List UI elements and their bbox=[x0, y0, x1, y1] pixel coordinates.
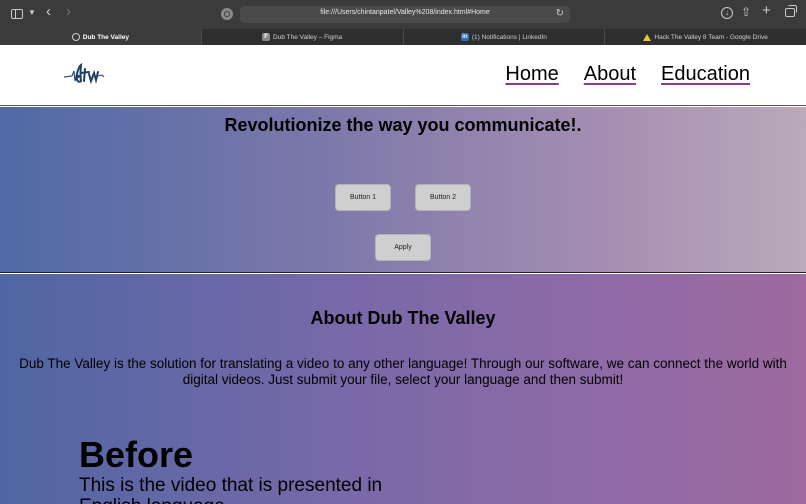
site-header: Home About Education bbox=[0, 45, 806, 106]
tab-overview-icon[interactable] bbox=[785, 5, 797, 17]
hero-section: Revolutionize the way you communicate!. … bbox=[0, 107, 806, 273]
reload-icon[interactable]: ↻ bbox=[556, 8, 564, 19]
address-text: file:///Users/chintanpatel/Valley%208/in… bbox=[320, 9, 490, 16]
dtv-logo[interactable] bbox=[62, 59, 106, 93]
share-icon[interactable]: ⇧ bbox=[741, 5, 751, 19]
tab-label: Hack The Valley 8 Team - Google Drive bbox=[654, 33, 768, 41]
button-1[interactable]: Button 1 bbox=[335, 184, 391, 211]
chevron-down-icon[interactable]: ▼ bbox=[28, 6, 36, 20]
tab-dub-the-valley[interactable]: Dub The Valley bbox=[0, 29, 202, 45]
compass-icon bbox=[71, 33, 80, 41]
tab-label: (1) Notifications | LinkedIn bbox=[471, 33, 547, 41]
nav-about-link[interactable]: About bbox=[584, 63, 636, 86]
before-title: Before bbox=[79, 434, 194, 475]
tab-bar: Dub The Valley F Dub The Valley – Figma … bbox=[0, 29, 806, 45]
hero-title: Revolutionize the way you communicate!. bbox=[224, 115, 582, 135]
about-description: Dub The Valley is the solution for trans… bbox=[19, 356, 787, 387]
tab-label: Dub The Valley – Figma bbox=[273, 33, 343, 41]
download-icon[interactable]: ↓ bbox=[721, 7, 733, 19]
address-bar[interactable]: file:///Users/chintanpatel/Valley%208/in… bbox=[240, 6, 570, 23]
sidebar-icon[interactable] bbox=[11, 9, 23, 19]
tab-figma[interactable]: F Dub The Valley – Figma bbox=[202, 29, 404, 45]
nav-education-link[interactable]: Education bbox=[661, 63, 750, 86]
main-nav: Home About Education bbox=[505, 63, 750, 86]
tab-label: Dub The Valley bbox=[82, 33, 129, 41]
about-title: About Dub The Valley bbox=[310, 308, 496, 328]
browser-toolbar: ▼ ‹ › file:///Users/chintanpatel/Valley%… bbox=[0, 0, 806, 29]
tab-google-drive[interactable]: Hack The Valley 8 Team - Google Drive bbox=[605, 29, 806, 45]
apply-button[interactable]: Apply bbox=[375, 234, 431, 261]
linkedin-icon: in bbox=[460, 33, 469, 41]
tab-linkedin[interactable]: in (1) Notifications | LinkedIn bbox=[404, 29, 606, 45]
forward-arrow-icon[interactable]: › bbox=[66, 4, 71, 19]
about-section: About Dub The Valley Dub The Valley is t… bbox=[0, 274, 806, 504]
figma-icon: F bbox=[262, 33, 271, 41]
button-2[interactable]: Button 2 bbox=[415, 184, 471, 211]
before-description: This is the video that is presented in E… bbox=[79, 475, 383, 504]
nav-home-link[interactable]: Home bbox=[505, 63, 558, 86]
google-drive-icon bbox=[643, 33, 652, 41]
plus-icon[interactable]: + bbox=[762, 3, 771, 18]
site-settings-icon[interactable] bbox=[221, 8, 233, 20]
back-arrow-icon[interactable]: ‹ bbox=[46, 4, 51, 19]
